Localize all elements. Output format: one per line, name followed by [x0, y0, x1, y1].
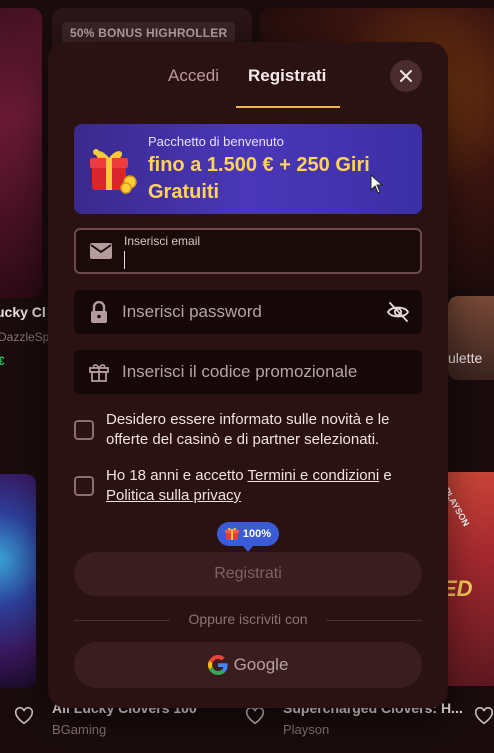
eye-off-icon[interactable] [386, 300, 410, 324]
favorite-heart-icon[interactable] [474, 707, 494, 725]
bonus-offer: fino a 1.500 € + 250 Giri Gratuiti [148, 154, 370, 203]
game-provider: BGaming [52, 722, 107, 737]
bonus-title: Pacchetto di benvenuto [148, 134, 284, 149]
tab-register[interactable]: Registrati [248, 66, 326, 86]
game-provider: Playson [283, 722, 330, 737]
game-tile-right-bottom[interactable]: PLAYSON ED [440, 472, 494, 686]
roulette-title-fragment: ulette [448, 350, 483, 366]
gift-icon [90, 149, 137, 194]
terms-consent-checkbox[interactable] [74, 476, 94, 496]
game-tile-left-bottom[interactable] [0, 474, 36, 688]
promo-code-input[interactable] [122, 350, 378, 394]
close-icon [400, 70, 412, 82]
register-submit-button[interactable]: Registrati [74, 552, 422, 596]
password-input[interactable] [122, 290, 378, 334]
envelope-icon [90, 240, 112, 262]
google-signup-button[interactable]: Google [74, 642, 422, 688]
terms-consent-row: Ho 18 anni e accetto Termini e condizion… [74, 466, 422, 506]
google-label: Google [233, 655, 289, 674]
favorite-heart-icon[interactable] [14, 707, 34, 725]
text-caret [124, 251, 125, 269]
privacy-link[interactable]: Politica sulla privacy [106, 487, 241, 504]
game-tile-roulette[interactable] [448, 296, 494, 380]
progress-value: 100% [242, 528, 272, 540]
marketing-consent-row: Desidero essere informato sulle novità e… [74, 410, 422, 450]
welcome-bonus-banner: Pacchetto di benvenuto fino a 1.500 € + … [74, 124, 422, 214]
favorite-heart-icon[interactable] [245, 707, 265, 725]
game-tile-left-top[interactable] [0, 8, 42, 298]
game-provider-fragment: DazzleSpi [0, 330, 53, 344]
bonus-progress-badge: 100% [217, 522, 279, 552]
tab-login[interactable]: Accedi [168, 66, 219, 86]
active-tab-indicator [236, 106, 340, 108]
game-title-fragment: ucky Cl [0, 304, 46, 320]
terms-link[interactable]: Termini e condizioni [248, 467, 380, 484]
google-logo-icon [207, 655, 228, 675]
close-button[interactable] [390, 60, 422, 92]
gift-icon [224, 527, 239, 540]
terms-middle: e [379, 467, 392, 484]
lock-icon [88, 301, 110, 323]
mouse-pointer-icon [370, 174, 384, 194]
marketing-consent-text: Desidero essere informato sulle novità e… [106, 411, 390, 448]
promo-code-field[interactable] [74, 350, 422, 394]
promo-badge: 50% BONUS HIGHROLLER [62, 22, 236, 44]
gift-icon [88, 361, 110, 383]
game-price-fragment: € [0, 354, 5, 368]
terms-prefix: Ho 18 anni e accetto [106, 467, 248, 484]
terms-consent-text: Ho 18 anni e accetto Termini e condizion… [106, 466, 422, 506]
alt-signup-label: Oppure iscriviti con [170, 611, 326, 627]
auth-tabs: Accedi Registrati [48, 42, 448, 108]
register-modal: Accedi Registrati Pacchetto di benvenuto… [48, 42, 448, 708]
email-field[interactable]: Inserisci email [74, 228, 422, 274]
password-field[interactable] [74, 290, 422, 334]
marketing-consent-checkbox[interactable] [74, 420, 94, 440]
email-label: Inserisci email [124, 234, 201, 248]
